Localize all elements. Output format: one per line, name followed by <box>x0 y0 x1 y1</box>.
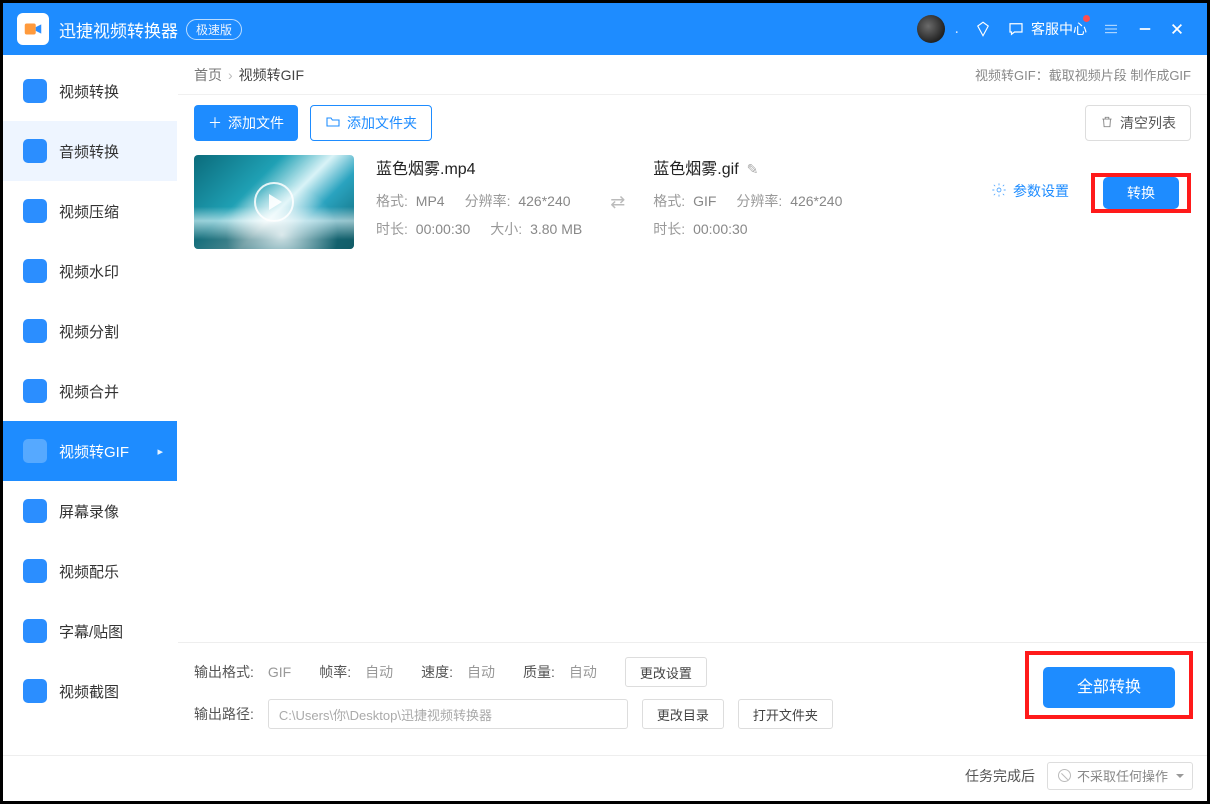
content: 首页 › 视频转GIF 视频转GIF：截取视频片段 制作成GIF ＋ 添加文件 … <box>178 55 1207 755</box>
sidebar-item-video-compress[interactable]: 视频压缩 <box>3 181 177 241</box>
add-folder-button[interactable]: 添加文件夹 <box>310 105 432 141</box>
sidebar-item-subtitle-sticker[interactable]: 字幕/贴图 <box>3 601 177 661</box>
forbid-icon <box>1058 769 1071 782</box>
avatar[interactable] <box>917 15 945 43</box>
close-button[interactable] <box>1169 21 1185 37</box>
output-filename: 蓝色烟雾.gif <box>653 155 738 179</box>
param-settings-link[interactable]: 参数设置 <box>991 181 1069 201</box>
support-button[interactable]: 客服中心 <box>1007 19 1087 39</box>
edition-badge: 极速版 <box>186 19 242 40</box>
breadcrumb: 首页 › 视频转GIF 视频转GIF：截取视频片段 制作成GIF <box>178 55 1207 95</box>
diamond-icon[interactable] <box>973 19 993 39</box>
convert-button[interactable]: 转换 <box>1103 177 1179 209</box>
sidebar-item-video-convert[interactable]: 视频转换 <box>3 61 177 121</box>
breadcrumb-desc: 视频转GIF：截取视频片段 制作成GIF <box>975 65 1191 84</box>
minimize-button[interactable] <box>1137 21 1153 37</box>
sidebar-item-video-music[interactable]: 视频配乐 <box>3 541 177 601</box>
statusbar: 任务完成后 不采取任何操作 <box>3 755 1207 795</box>
sidebar-item-video-screenshot[interactable]: 视频截图 <box>3 661 177 721</box>
titlebar: 迅捷视频转换器 极速版 . 客服中心 <box>3 3 1207 55</box>
sidebar-item-video-merge[interactable]: 视频合并 <box>3 361 177 421</box>
add-file-button[interactable]: ＋ 添加文件 <box>194 105 298 141</box>
video-thumbnail[interactable] <box>194 155 354 249</box>
breadcrumb-current: 视频转GIF <box>239 65 304 85</box>
source-filename: 蓝色烟雾.mp4 <box>376 155 582 179</box>
output-path-input[interactable] <box>268 699 628 729</box>
swap-icon[interactable]: ⇄ <box>604 192 631 213</box>
sidebar-item-audio-convert[interactable]: 音频转换 <box>3 121 177 181</box>
convert-all-button[interactable]: 全部转换 <box>1043 667 1175 708</box>
open-folder-button[interactable]: 打开文件夹 <box>738 699 833 729</box>
app-title: 迅捷视频转换器 <box>59 17 178 42</box>
folder-icon <box>325 114 341 133</box>
output-meta: 蓝色烟雾.gif ✎ 格式: GIF 分辨率: 426*240 时长: 00:0… <box>653 155 969 239</box>
file-list: 蓝色烟雾.mp4 格式: MP4 分辨率: 426*240 时长: 00:00:… <box>178 151 1207 642</box>
menu-icon[interactable] <box>1101 19 1121 39</box>
play-icon <box>254 182 294 222</box>
breadcrumb-home[interactable]: 首页 <box>194 65 222 85</box>
sidebar-item-video-watermark[interactable]: 视频水印 <box>3 241 177 301</box>
after-task-label: 任务完成后 <box>965 766 1035 786</box>
output-panel: 输出格式:GIF 帧率:自动 速度:自动 质量:自动 更改设置 输出路径: 更改… <box>178 642 1207 755</box>
highlight-box-convert-all: 全部转换 <box>1025 651 1193 719</box>
after-task-select[interactable]: 不采取任何操作 <box>1047 762 1193 790</box>
change-settings-button[interactable]: 更改设置 <box>625 657 707 687</box>
sidebar-item-video-to-gif[interactable]: 视频转GIF▸ <box>3 421 177 481</box>
clear-list-button[interactable]: 清空列表 <box>1085 105 1191 141</box>
sidebar-item-screen-record[interactable]: 屏幕录像 <box>3 481 177 541</box>
app-logo <box>17 13 49 45</box>
change-dir-button[interactable]: 更改目录 <box>642 699 724 729</box>
file-row: 蓝色烟雾.mp4 格式: MP4 分辨率: 426*240 时长: 00:00:… <box>192 151 1193 267</box>
gear-icon <box>991 182 1007 201</box>
toolbar: ＋ 添加文件 添加文件夹 清空列表 <box>178 95 1207 151</box>
support-label: 客服中心 <box>1031 19 1087 39</box>
sidebar-item-video-split[interactable]: 视频分割 <box>3 301 177 361</box>
plus-icon: ＋ <box>208 113 222 133</box>
chevron-right-icon: ▸ <box>157 445 163 458</box>
trash-icon <box>1100 115 1114 132</box>
highlight-box-convert: 转换 <box>1091 173 1191 213</box>
source-meta: 蓝色烟雾.mp4 格式: MP4 分辨率: 426*240 时长: 00:00:… <box>376 155 582 239</box>
notification-dot <box>1083 15 1090 22</box>
sidebar: 视频转换 音频转换 视频压缩 视频水印 视频分割 视频合并 视频转GIF▸ 屏幕… <box>3 55 178 755</box>
edit-icon[interactable]: ✎ <box>747 161 759 178</box>
